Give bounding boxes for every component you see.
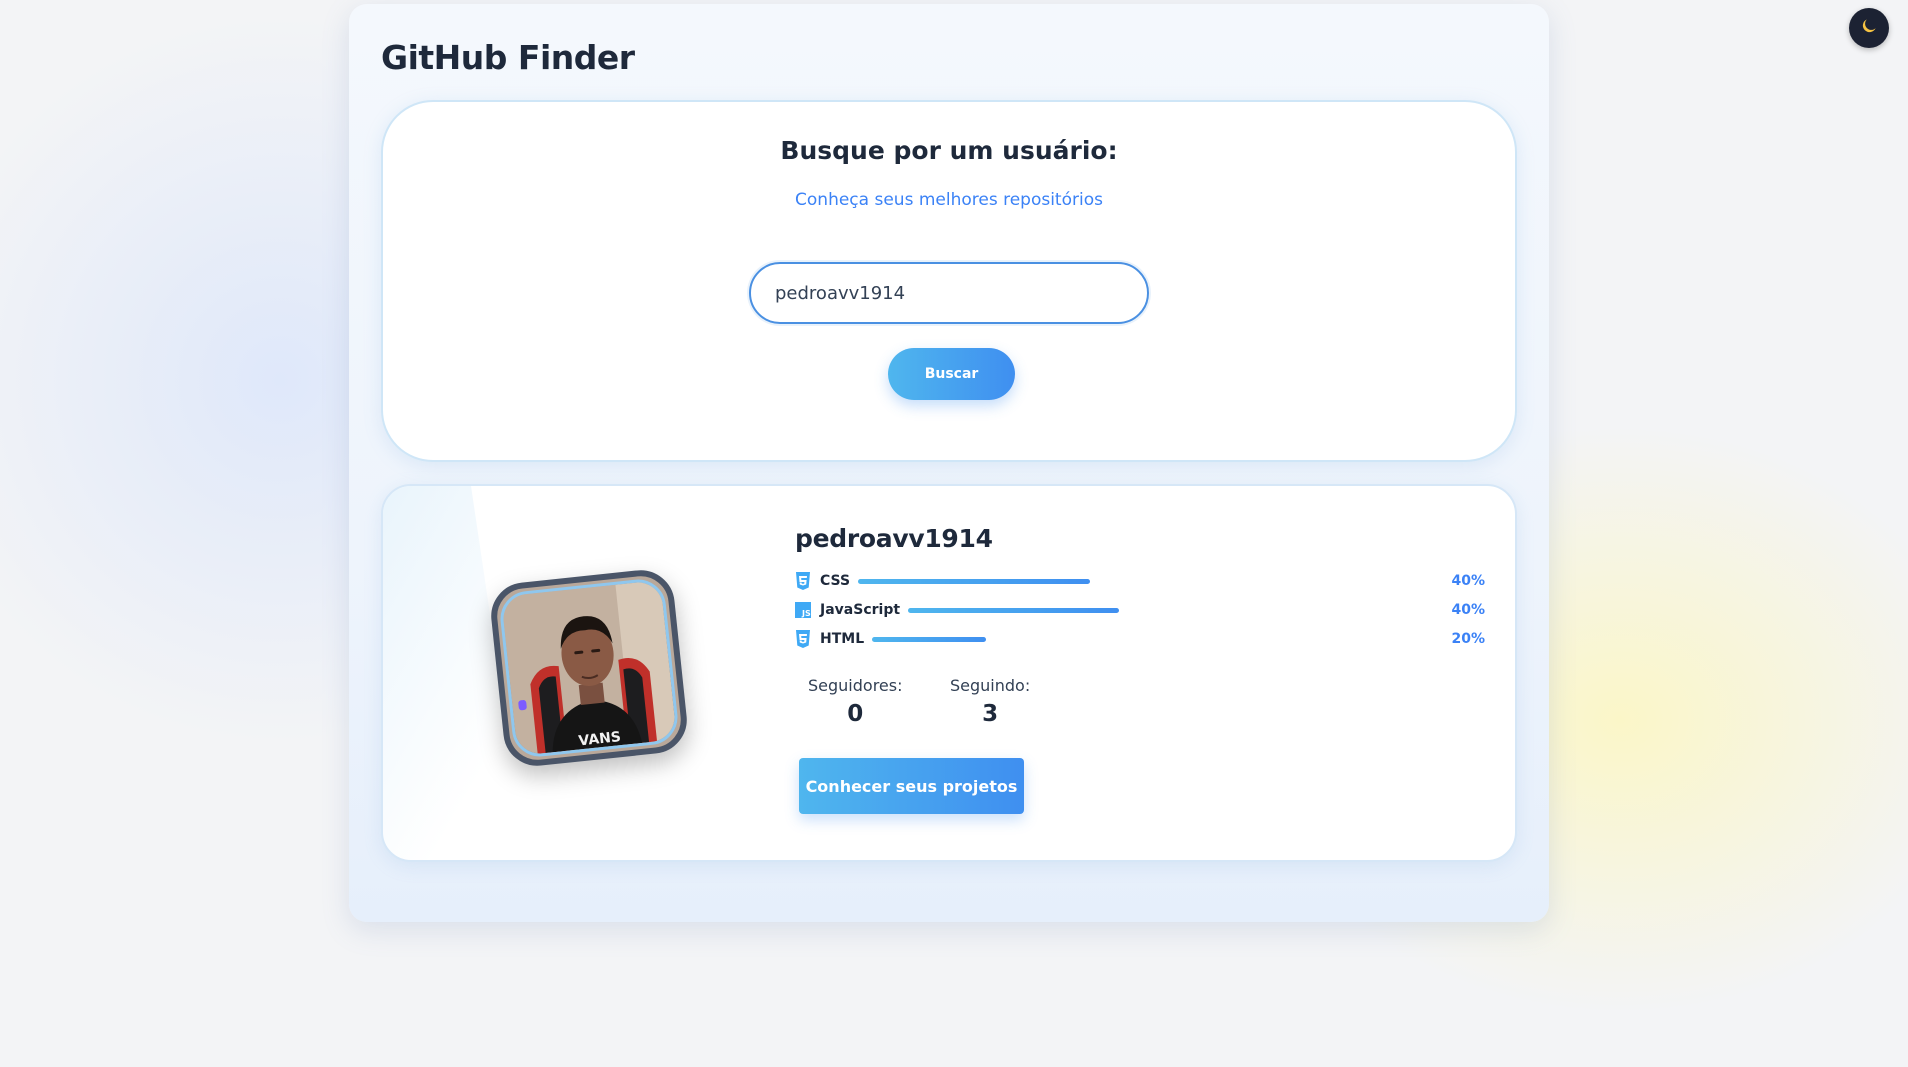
language-name: JavaScript (820, 602, 901, 618)
profile-username: pedroavv1914 (795, 524, 993, 553)
following-label: Seguindo: (950, 676, 1031, 695)
moon-icon (1859, 16, 1879, 40)
followers-label: Seguidores: (808, 676, 903, 695)
language-name: CSS (820, 573, 851, 589)
language-percent: 40% (1451, 602, 1485, 618)
language-row-html: HTML 20% (795, 629, 1485, 649)
followers-count: 0 (847, 701, 864, 727)
search-button[interactable]: Buscar (888, 348, 1015, 400)
html5-icon (795, 630, 811, 648)
avatar: VANS (487, 566, 691, 770)
theme-toggle-button[interactable] (1849, 8, 1889, 48)
search-card: Busque por um usuário: Conheça seus melh… (381, 100, 1517, 462)
followers-stat: Seguidores: 0 (808, 676, 902, 727)
language-percent: 40% (1451, 573, 1485, 589)
language-percent: 20% (1451, 631, 1485, 647)
search-heading: Busque por um usuário: (780, 136, 1118, 165)
svg-text:VANS: VANS (578, 729, 622, 749)
profile-card: VANS pedroavv1914 CSS 40% JS JavaScript … (381, 484, 1517, 862)
language-name: HTML (820, 631, 865, 647)
language-bar (872, 636, 987, 642)
language-row-javascript: JS JavaScript 40% (795, 600, 1485, 620)
view-projects-button[interactable]: Conhecer seus projetos (799, 758, 1024, 814)
username-search-input[interactable] (749, 262, 1149, 324)
language-bar (908, 607, 1120, 613)
svg-text:JS: JS (801, 609, 811, 618)
following-count: 3 (982, 701, 999, 727)
language-bar (858, 578, 1091, 584)
search-subheading: Conheça seus melhores repositórios (795, 190, 1103, 210)
following-stat: Seguindo: 3 (950, 676, 1030, 727)
app-title: GitHub Finder (381, 38, 635, 77)
app-container: GitHub Finder Busque por um usuário: Con… (349, 4, 1549, 922)
language-row-css: CSS 40% (795, 571, 1485, 591)
css3-icon (795, 572, 811, 590)
javascript-icon: JS (795, 601, 811, 619)
